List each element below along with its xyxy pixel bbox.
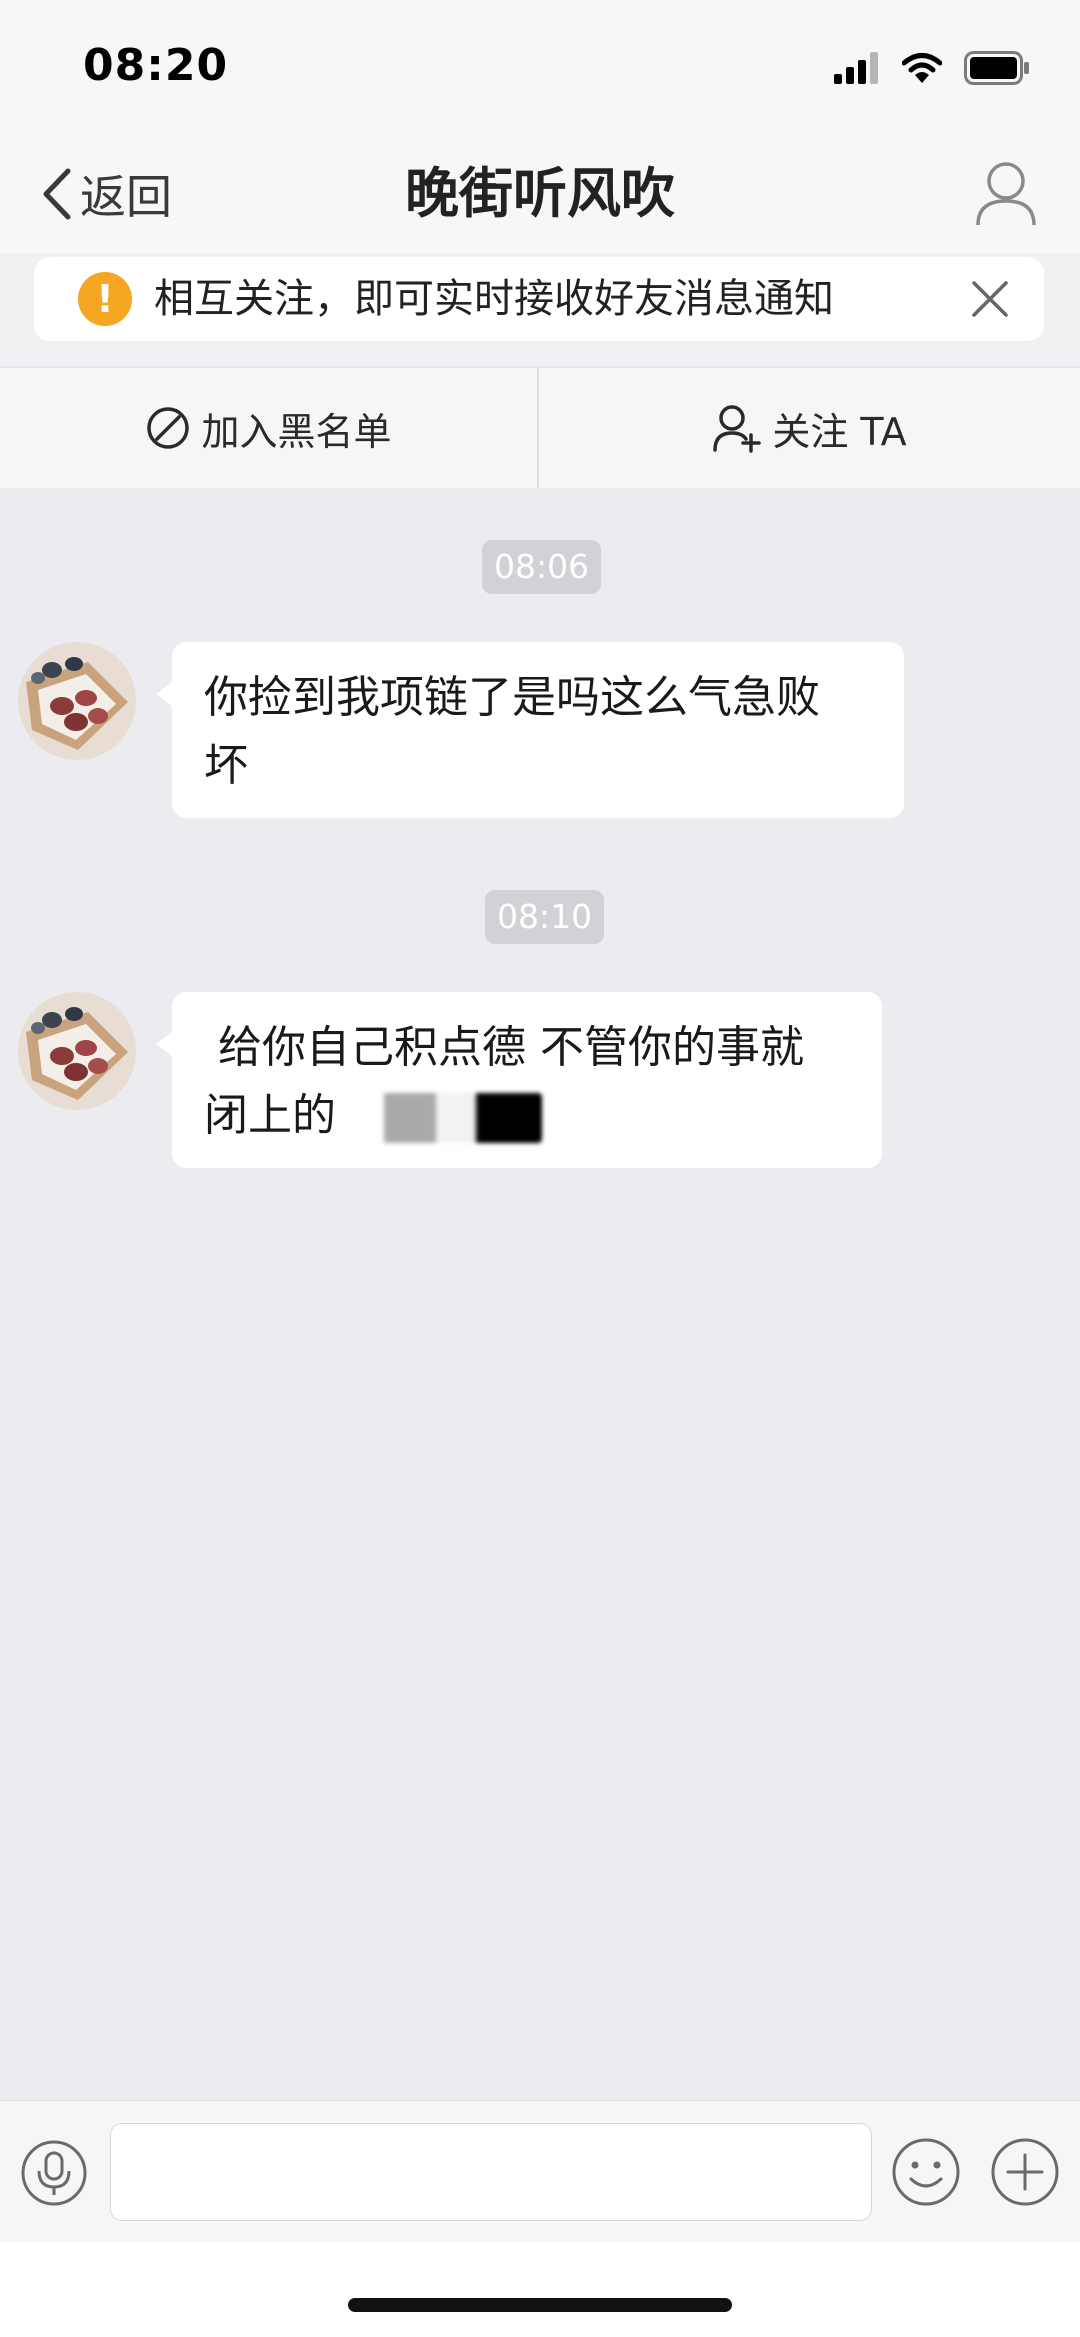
home-indicator[interactable] <box>348 2298 732 2312</box>
message-text: 你捡到我项链了是吗这么气急败 坏 <box>204 664 820 800</box>
input-bar <box>0 2100 1080 2243</box>
home-area <box>0 2242 1080 2337</box>
follow-notice-banner: ! 相互关注，即可实时接收好友消息通知 <box>34 257 1044 341</box>
status-bar: 08:20 <box>0 0 1080 135</box>
message-line: 闭上的 <box>204 1090 336 1141</box>
block-button[interactable]: 加入黑名单 <box>0 368 537 488</box>
message-line: 坏 <box>204 740 248 791</box>
avatar[interactable] <box>18 992 136 1110</box>
message-timestamp: 08:10 <box>485 890 605 944</box>
follow-button[interactable]: 关注 TA <box>539 368 1080 488</box>
status-icons <box>834 48 1030 88</box>
notice-text: 相互关注，即可实时接收好友消息通知 <box>154 276 834 322</box>
close-icon[interactable] <box>968 277 1012 321</box>
follow-user-icon <box>713 405 762 453</box>
message-text: 给你自己积点德 不管你的事就 闭上的 <box>204 1014 804 1150</box>
signal-icon <box>834 52 878 84</box>
follow-label: 关注 TA <box>772 409 907 454</box>
message-line: 你捡到我项链了是吗这么气急败 <box>204 672 820 723</box>
action-row: 加入黑名单 关注 TA <box>0 367 1080 488</box>
message-line-wrapper: 闭上的 <box>204 1082 804 1150</box>
message-bubble[interactable]: 给你自己积点德 不管你的事就 闭上的 <box>156 992 882 1168</box>
person-icon <box>976 162 1036 226</box>
status-time: 08:20 <box>83 40 229 91</box>
notice-area: ! 相互关注，即可实时接收好友消息通知 <box>0 253 1080 365</box>
page-title: 晚街听风吹 <box>405 162 675 225</box>
block-label: 加入黑名单 <box>201 409 392 454</box>
message-bubble[interactable]: 你捡到我项链了是吗这么气急败 坏 <box>156 642 904 818</box>
message-timestamp: 08:06 <box>482 540 602 594</box>
message-input[interactable] <box>110 2123 872 2221</box>
warning-icon: ! <box>78 272 132 326</box>
battery-icon <box>964 51 1029 85</box>
profile-button[interactable] <box>974 159 1038 231</box>
microphone-icon[interactable] <box>20 2139 88 2207</box>
nav-bar: 返回 晚街听风吹 <box>0 135 1080 253</box>
emoji-icon[interactable] <box>891 2137 961 2207</box>
block-icon <box>147 407 190 449</box>
wifi-icon <box>902 53 942 83</box>
redacted-text <box>342 1093 542 1143</box>
add-icon[interactable] <box>990 2137 1060 2207</box>
message-line: 给你自己积点德 不管你的事就 <box>204 1022 804 1073</box>
avatar[interactable] <box>18 642 136 760</box>
chat-area[interactable]: 08:06 你捡到我项链了是吗这么气急败 坏 08:10 给你自己积点德 不管你… <box>0 488 1080 2100</box>
